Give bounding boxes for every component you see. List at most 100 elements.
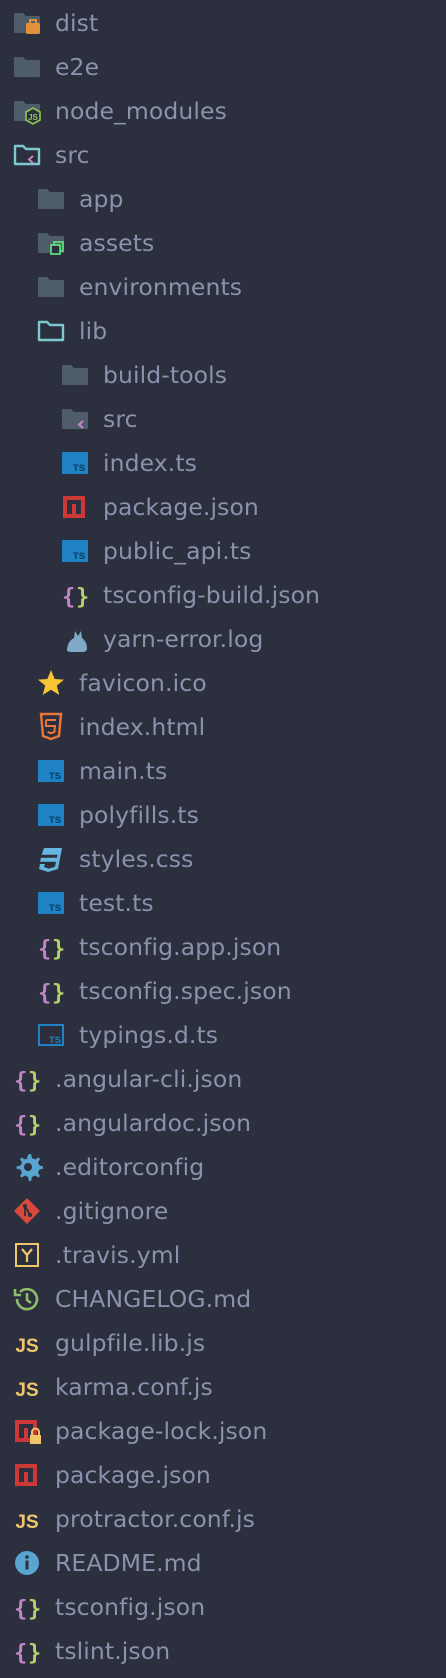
tree-file-item[interactable]: .editorconfig <box>0 1145 446 1189</box>
tree-folder-item[interactable]: e2e <box>0 45 446 89</box>
tree-folder-item[interactable]: app <box>0 177 446 221</box>
tree-folder-item[interactable]: src <box>0 133 446 177</box>
tree-file-item[interactable]: TS public_api.ts <box>0 529 446 573</box>
tree-item-label: typings.d.ts <box>79 1021 219 1049</box>
tree-item-label: index.html <box>79 713 206 741</box>
tree-folder-item[interactable]: lib <box>0 309 446 353</box>
folder-assets-icon <box>35 227 67 259</box>
tree-file-item[interactable]: index.html <box>0 705 446 749</box>
folder-src-open-icon <box>11 139 43 171</box>
tree-file-item[interactable]: .travis.yml <box>0 1233 446 1277</box>
tree-file-item[interactable]: yarn-error.log <box>0 617 446 661</box>
tree-file-item[interactable]: {} .angular-cli.json <box>0 1057 446 1101</box>
typescript-icon: TS <box>35 887 67 919</box>
tree-item-label: CHANGELOG.md <box>55 1285 252 1313</box>
svg-text:}: } <box>28 1113 41 1138</box>
tree-item-label: environments <box>79 273 243 301</box>
tree-item-label: .editorconfig <box>55 1153 205 1181</box>
tree-item-label: src <box>103 405 138 433</box>
svg-text:{: { <box>38 937 51 962</box>
svg-text:}: } <box>28 1641 41 1666</box>
tree-file-item[interactable]: {} .angulardoc.json <box>0 1101 446 1145</box>
folder-icon <box>35 183 67 215</box>
tree-item-label: tsconfig-build.json <box>103 581 321 609</box>
tree-file-item[interactable]: JS karma.conf.js <box>0 1365 446 1409</box>
json-icon: {} <box>35 975 67 1007</box>
svg-text:{: { <box>14 1597 27 1622</box>
json-icon: {} <box>11 1107 43 1139</box>
tree-file-item[interactable]: {} tsconfig.spec.json <box>0 969 446 1013</box>
tree-file-item[interactable]: TS typings.d.ts <box>0 1013 446 1057</box>
tree-item-label: tsconfig.app.json <box>79 933 282 961</box>
tree-item-label: styles.css <box>79 845 194 873</box>
tree-item-label: build-tools <box>103 361 228 389</box>
svg-text:}: } <box>76 585 89 610</box>
svg-text:TS: TS <box>73 551 85 562</box>
tree-folder-item[interactable]: environments <box>0 265 446 309</box>
json-icon: {} <box>11 1063 43 1095</box>
svg-text:TS: TS <box>49 815 61 826</box>
svg-text:JS: JS <box>15 1380 38 1401</box>
tree-item-label: e2e <box>55 53 100 81</box>
tree-item-label: protractor.conf.js <box>55 1505 256 1533</box>
tree-item-label: gulpfile.lib.js <box>55 1329 206 1357</box>
tree-item-label: lib <box>79 317 108 345</box>
json-icon: {} <box>11 1591 43 1623</box>
tree-file-item[interactable]: package.json <box>0 1453 446 1497</box>
svg-text:}: } <box>28 1069 41 1094</box>
svg-text:{: { <box>14 1113 27 1138</box>
npm-icon <box>59 491 91 523</box>
tree-file-item[interactable]: JS protractor.conf.js <box>0 1497 446 1541</box>
javascript-icon: JS <box>11 1503 43 1535</box>
tree-file-item[interactable]: .gitignore <box>0 1189 446 1233</box>
tree-file-item[interactable]: TS polyfills.ts <box>0 793 446 837</box>
tree-item-label: tsconfig.spec.json <box>79 977 292 1005</box>
git-icon <box>11 1195 43 1227</box>
typescript-icon: TS <box>59 447 91 479</box>
tree-item-label: karma.conf.js <box>55 1373 213 1401</box>
javascript-icon: JS <box>11 1327 43 1359</box>
tree-file-item[interactable]: {} tsconfig.app.json <box>0 925 446 969</box>
javascript-icon: JS <box>11 1371 43 1403</box>
gear-icon <box>11 1151 43 1183</box>
svg-text:{: { <box>14 1069 27 1094</box>
tree-item-label: assets <box>79 229 155 257</box>
json-icon: {} <box>11 1635 43 1667</box>
tree-file-item[interactable]: TS main.ts <box>0 749 446 793</box>
tree-item-label: package.json <box>103 493 259 521</box>
npm-icon <box>11 1459 43 1491</box>
tree-file-item[interactable]: {} tsconfig-build.json <box>0 573 446 617</box>
history-icon <box>11 1283 43 1315</box>
folder-icon <box>35 271 67 303</box>
typescript-icon: TS <box>35 755 67 787</box>
tree-file-item[interactable]: package.json <box>0 485 446 529</box>
tree-item-label: dist <box>55 9 99 37</box>
tree-folder-item[interactable]: build-tools <box>0 353 446 397</box>
html5-icon <box>35 711 67 743</box>
tree-file-item[interactable]: styles.css <box>0 837 446 881</box>
tree-file-item[interactable]: favicon.ico <box>0 661 446 705</box>
tree-file-item[interactable]: TS index.ts <box>0 441 446 485</box>
tree-item-label: index.ts <box>103 449 198 477</box>
tree-item-label: README.md <box>55 1549 202 1577</box>
tree-file-item[interactable]: README.md <box>0 1541 446 1585</box>
tree-folder-item[interactable]: src <box>0 397 446 441</box>
tree-file-item[interactable]: TS test.ts <box>0 881 446 925</box>
tree-file-item[interactable]: {} tslint.json <box>0 1629 446 1673</box>
tree-item-label: .travis.yml <box>55 1241 181 1269</box>
tree-file-item[interactable]: JS gulpfile.lib.js <box>0 1321 446 1365</box>
svg-text:}: } <box>28 1597 41 1622</box>
tree-folder-item[interactable]: assets <box>0 221 446 265</box>
tree-item-label: public_api.ts <box>103 537 252 565</box>
tree-item-label: test.ts <box>79 889 154 917</box>
yarn-cat-icon <box>59 623 91 655</box>
tree-item-label: .angulardoc.json <box>55 1109 252 1137</box>
tree-file-item[interactable]: CHANGELOG.md <box>0 1277 446 1321</box>
tree-folder-item[interactable]: JS node_modules <box>0 89 446 133</box>
tree-file-item[interactable]: {} tsconfig.json <box>0 1585 446 1629</box>
tree-item-label: favicon.ico <box>79 669 207 697</box>
tree-item-label: package-lock.json <box>55 1417 268 1445</box>
tree-folder-item[interactable]: dist <box>0 1 446 45</box>
tree-file-item[interactable]: package-lock.json <box>0 1409 446 1453</box>
tree-item-label: tsconfig.json <box>55 1593 206 1621</box>
